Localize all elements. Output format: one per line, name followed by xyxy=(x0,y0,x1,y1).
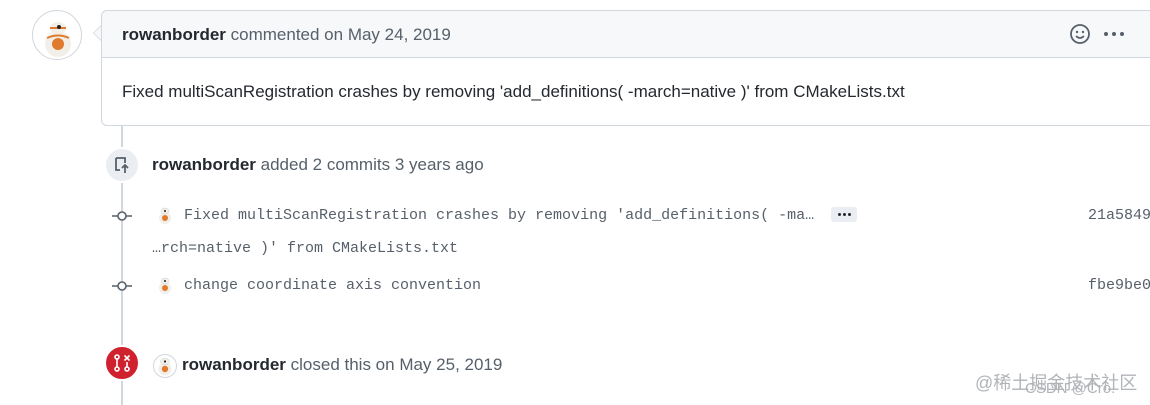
commit-sha-link[interactable]: fbe9be0 xyxy=(1088,277,1150,294)
repo-push-icon xyxy=(104,147,140,183)
commit-sha-link[interactable]: 21a5849 xyxy=(1088,207,1150,224)
closed-event-action[interactable]: closed this on May 25, 2019 xyxy=(291,355,503,374)
comment-pointer-fill xyxy=(94,26,101,40)
watermark-csdn: CSDN @Cro. xyxy=(1025,380,1116,397)
comment-author-link[interactable]: rowanborder xyxy=(122,25,226,44)
commit-message-link[interactable]: Fixed multiScanRegistration crashes by r… xyxy=(184,207,814,224)
comment-body: Fixed multiScanRegistration crashes by r… xyxy=(122,82,905,101)
comment-box: rowanborder commented on May 24, 2019 Fi… xyxy=(101,10,1150,126)
closed-event-text: rowanborder closed this on May 25, 2019 xyxy=(182,355,502,375)
commit-author-avatar[interactable] xyxy=(155,275,175,295)
bb8-avatar-image xyxy=(45,22,71,57)
comment-header: rowanborder commented on May 24, 2019 xyxy=(102,11,1150,58)
expand-commit-message-button[interactable] xyxy=(831,207,857,222)
smiley-icon[interactable] xyxy=(1069,23,1091,45)
closer-avatar[interactable] xyxy=(153,354,177,378)
git-commit-icon xyxy=(112,209,132,221)
commits-event-action[interactable]: added 2 commits 3 years ago xyxy=(261,155,484,174)
git-commit-icon xyxy=(112,279,132,291)
commit-message-link[interactable]: change coordinate axis convention xyxy=(184,277,481,294)
comment-header-text: rowanborder commented on May 24, 2019 xyxy=(122,25,451,45)
closed-event-author[interactable]: rowanborder xyxy=(182,355,286,374)
kebab-horizontal-icon[interactable] xyxy=(1102,27,1126,41)
commits-event-author[interactable]: rowanborder xyxy=(152,155,256,174)
commit-author-avatar[interactable] xyxy=(155,205,175,225)
commit-message-continuation: …rch=native )' from CMakeLists.txt xyxy=(152,240,459,257)
comment-timestamp[interactable]: commented on May 24, 2019 xyxy=(231,25,451,44)
commits-event-text: rowanborder added 2 commits 3 years ago xyxy=(152,155,484,175)
git-pull-request-closed-icon xyxy=(104,345,140,381)
comment-author-avatar[interactable] xyxy=(32,10,82,60)
